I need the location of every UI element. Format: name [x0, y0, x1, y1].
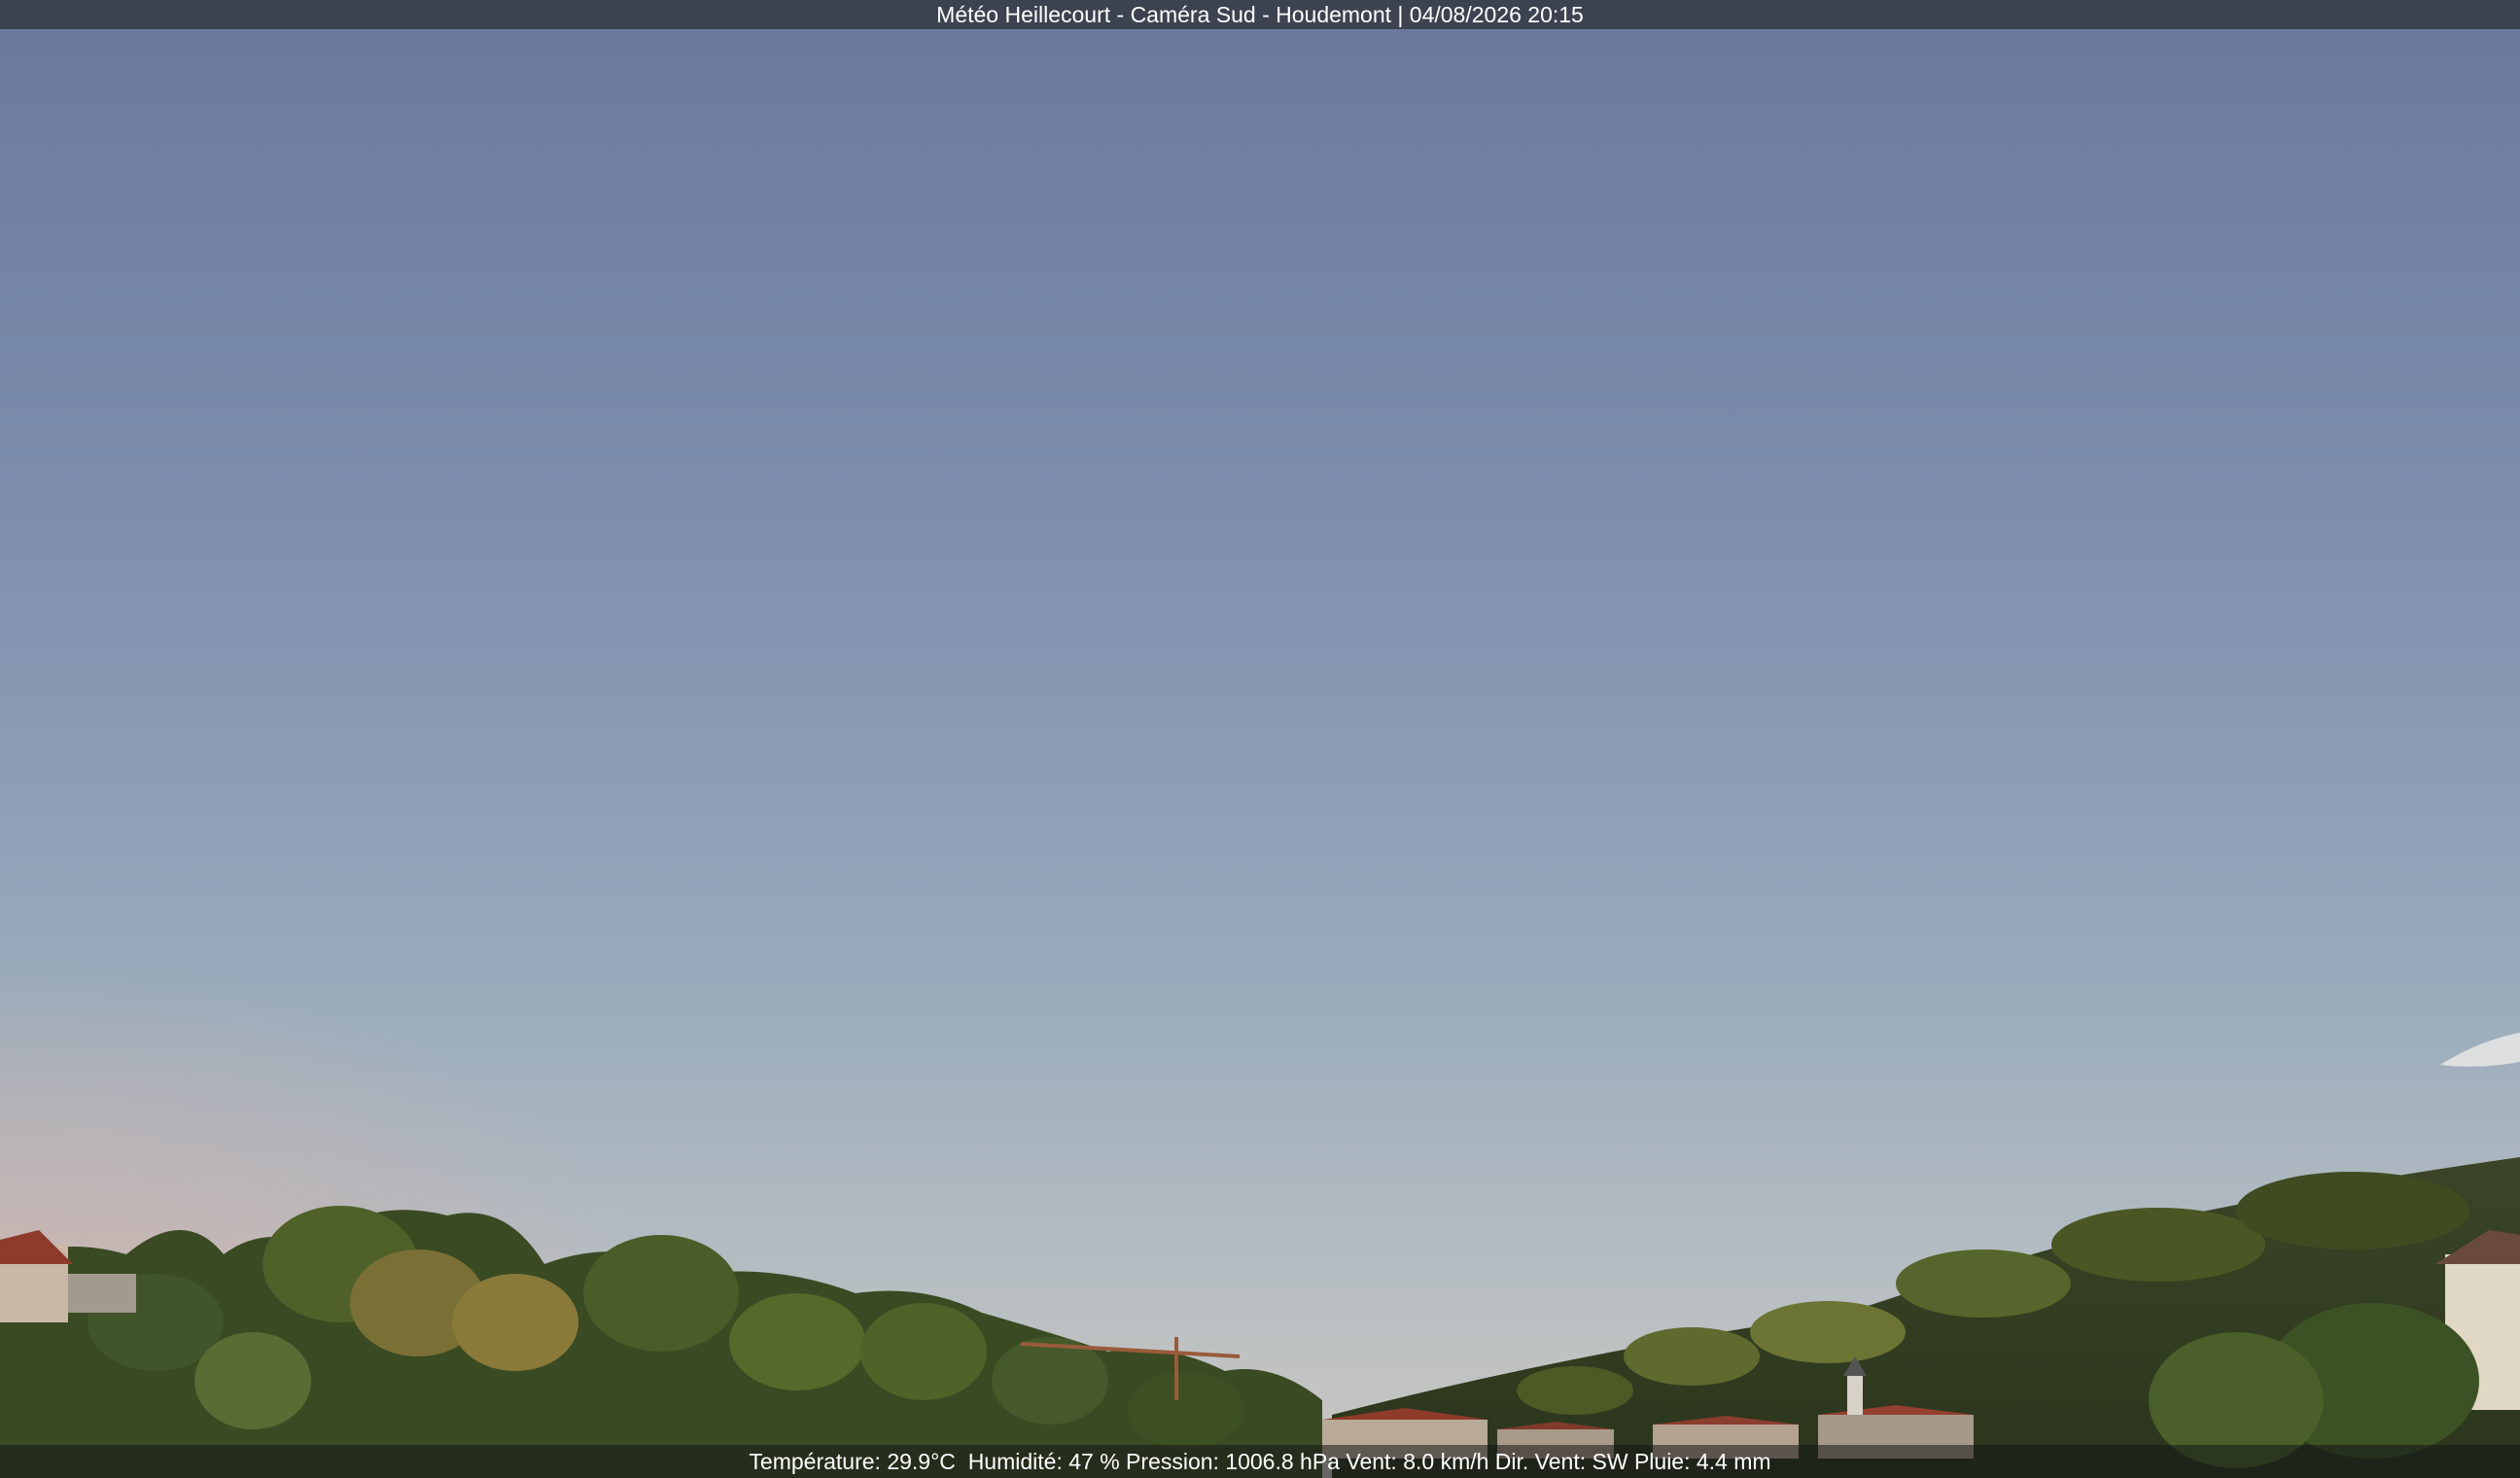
webcam-frame: Météo Heillecourt - Caméra Sud - Houdemo…: [0, 0, 2520, 1478]
landscape-image: [0, 0, 2520, 1478]
title-bar: Météo Heillecourt - Caméra Sud - Houdemo…: [0, 0, 2520, 29]
pressure-reading: Pression: 1006.8 hPa: [1126, 1449, 1340, 1474]
temperature-reading: Température: 29.9°C: [749, 1449, 956, 1474]
humidity-reading: Humidité: 47 %: [967, 1449, 1120, 1474]
camera-title: Météo Heillecourt - Caméra Sud - Houdemo…: [936, 2, 1584, 27]
weather-bar: Température: 29.9°C Humidité: 47 % Press…: [0, 1445, 2520, 1478]
rain-reading: Pluie: 4.4 mm: [1633, 1449, 1771, 1474]
wind-speed-reading: Vent: 8.0 km/h: [1346, 1449, 1489, 1474]
wind-direction-reading: Dir. Vent: SW: [1494, 1449, 1628, 1474]
